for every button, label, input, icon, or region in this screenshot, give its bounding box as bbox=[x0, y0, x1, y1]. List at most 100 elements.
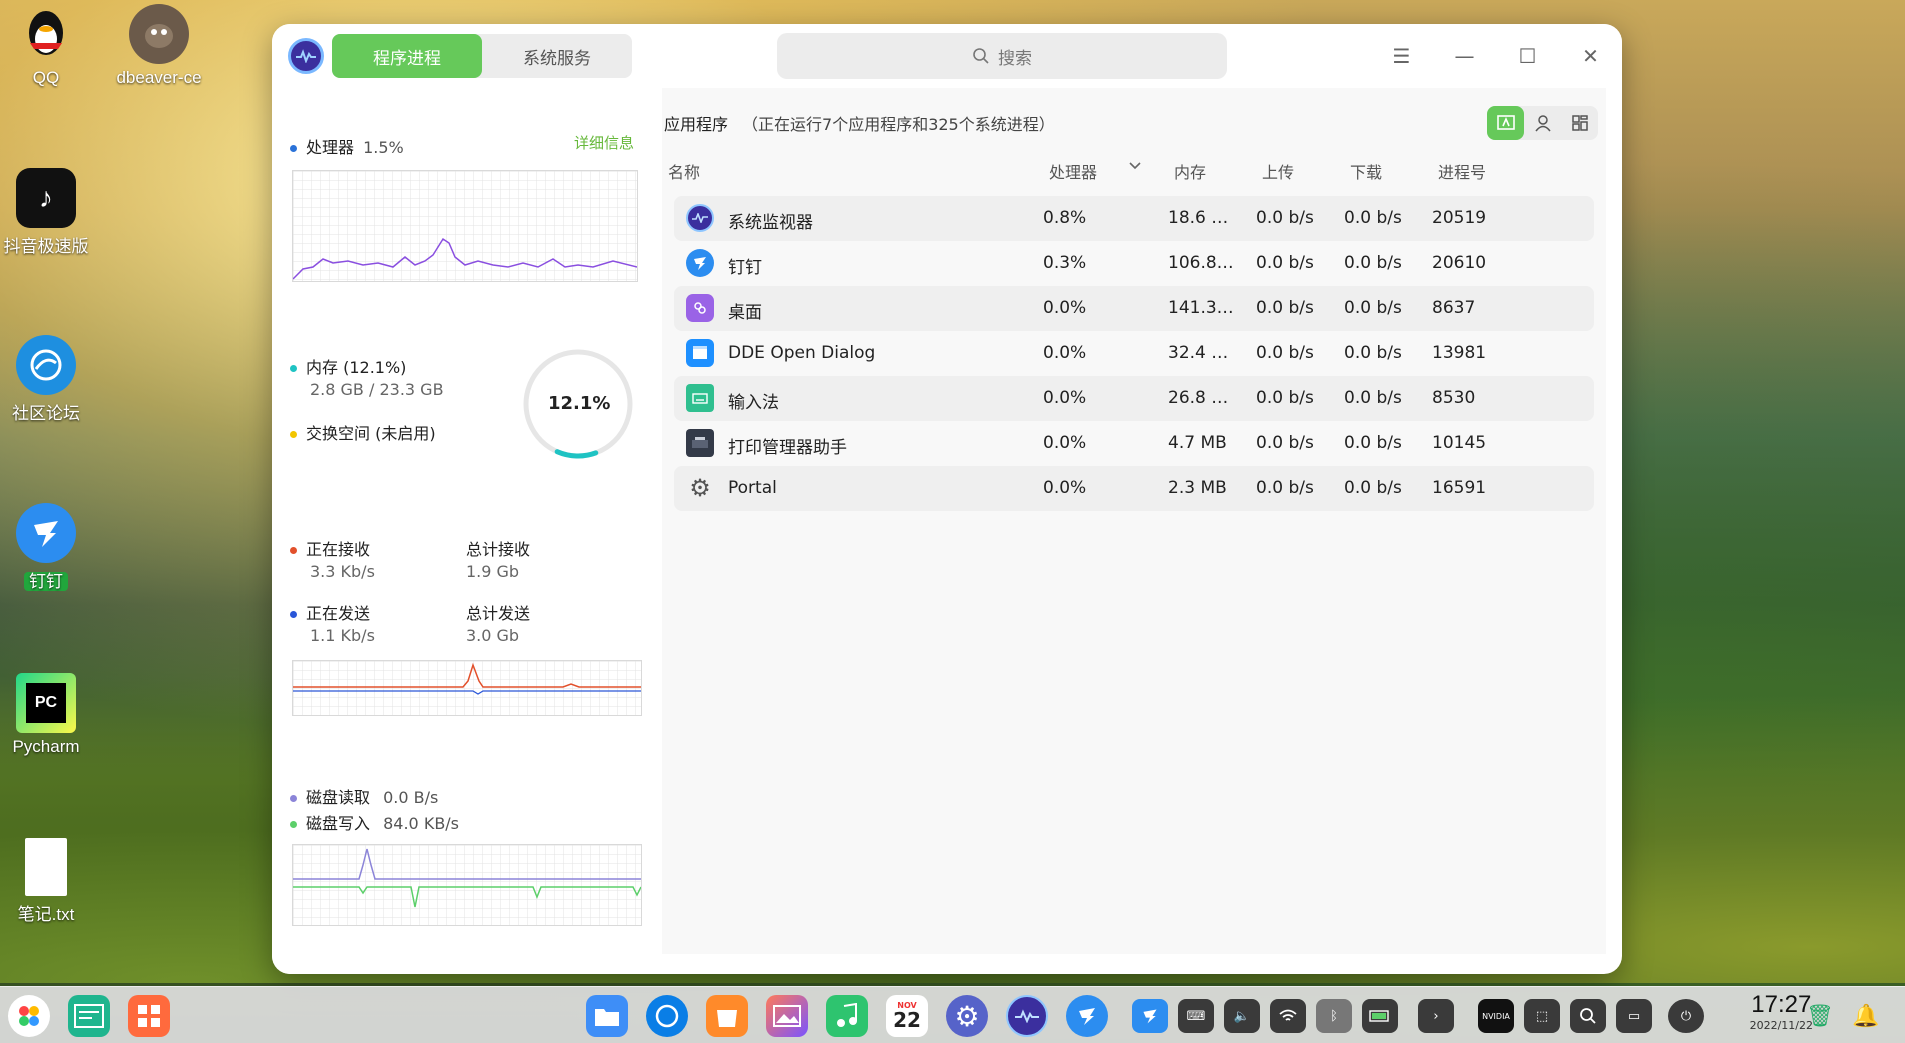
net-total-sent-label: 总计发送 bbox=[466, 604, 531, 623]
disk-read-legend-dot bbox=[290, 795, 297, 802]
settings-icon[interactable]: ⚙ bbox=[946, 995, 988, 1037]
table-row[interactable]: 打印管理器助手 0.0% 4.7 MB 0.0 b/s 0.0 b/s 1014… bbox=[674, 421, 1594, 466]
desktop-icon-forum[interactable]: 社区论坛 bbox=[0, 335, 92, 424]
music-icon[interactable] bbox=[826, 995, 868, 1037]
column-cpu[interactable]: 处理器 bbox=[1049, 159, 1097, 183]
window-controls: ☰ — ☐ ✕ bbox=[1370, 32, 1622, 80]
douyin-icon: ♪ bbox=[16, 168, 76, 228]
text-file-icon bbox=[25, 838, 67, 896]
minimize-icon[interactable]: — bbox=[1433, 32, 1496, 80]
printer-icon bbox=[686, 429, 714, 457]
deepin-forum-icon bbox=[16, 335, 76, 395]
search-input[interactable]: 搜索 bbox=[777, 33, 1227, 79]
user-filter-icon[interactable] bbox=[1524, 106, 1561, 140]
battery-icon[interactable] bbox=[1362, 999, 1398, 1033]
volume-icon[interactable]: 🔈 bbox=[1224, 999, 1260, 1033]
process-memory: 2.3 MB bbox=[1168, 478, 1227, 498]
desktop-icon-douyin[interactable]: ♪ 抖音极速版 bbox=[0, 168, 92, 257]
notification-bell-icon[interactable]: 🔔 bbox=[1848, 999, 1884, 1033]
multitask-view-icon[interactable] bbox=[68, 995, 110, 1037]
resource-panel: 处理器 1.5% 详细信息 内存 (12.1%) 2.8 GB / 23.3 G… bbox=[272, 88, 662, 974]
screenshot-icon[interactable]: ⬚ bbox=[1524, 999, 1560, 1033]
disk-read-value: 0.0 B/s bbox=[383, 788, 439, 807]
table-row[interactable]: 桌面 0.0% 141.3… 0.0 b/s 0.0 b/s 8637 bbox=[674, 286, 1594, 331]
column-name[interactable]: 名称 bbox=[668, 159, 700, 183]
close-icon[interactable]: ✕ bbox=[1559, 32, 1622, 80]
app-store-icon[interactable] bbox=[706, 995, 748, 1037]
browser-icon[interactable] bbox=[646, 995, 688, 1037]
bluetooth-icon[interactable]: ᛒ bbox=[1316, 999, 1352, 1033]
desktop-icon-pycharm[interactable]: PC Pycharm bbox=[0, 673, 92, 757]
keyboard-icon bbox=[686, 384, 714, 412]
desktop-icon-notes[interactable]: 笔记.txt bbox=[0, 838, 92, 925]
process-download: 0.0 b/s bbox=[1344, 433, 1402, 453]
nvidia-icon[interactable]: NVIDIA bbox=[1478, 999, 1514, 1033]
monitor-icon bbox=[686, 204, 714, 232]
table-row[interactable]: DDE Open Dialog 0.0% 32.4 … 0.0 b/s 0.0 … bbox=[674, 331, 1594, 376]
system-monitor-dock-icon[interactable] bbox=[1006, 995, 1048, 1037]
trash-icon[interactable]: 🗑 bbox=[1802, 999, 1838, 1033]
process-cpu: 0.0% bbox=[1043, 343, 1087, 363]
keyboard-tray-icon[interactable]: ⌨ bbox=[1178, 999, 1214, 1033]
app-filter-icon[interactable] bbox=[1487, 106, 1524, 140]
view-filter-buttons bbox=[1487, 106, 1598, 140]
process-cpu: 0.0% bbox=[1043, 433, 1087, 453]
image-viewer-icon[interactable] bbox=[766, 995, 808, 1037]
search-tray-icon[interactable] bbox=[1570, 999, 1606, 1033]
menu-icon[interactable]: ☰ bbox=[1370, 32, 1433, 80]
process-name: 钉钉 bbox=[728, 258, 762, 278]
cpu-detail-link[interactable]: 详细信息 bbox=[574, 132, 634, 153]
pycharm-icon: PC bbox=[16, 673, 76, 733]
tab-services[interactable]: 系统服务 bbox=[482, 34, 632, 78]
process-pid: 8530 bbox=[1432, 388, 1476, 408]
desktop-icon-label: 社区论坛 bbox=[12, 404, 80, 423]
launcher-icon[interactable] bbox=[8, 995, 50, 1037]
onscreen-keyboard-icon[interactable]: ▭ bbox=[1616, 999, 1652, 1033]
process-upload: 0.0 b/s bbox=[1256, 343, 1314, 363]
file-manager-icon[interactable] bbox=[586, 995, 628, 1037]
process-upload: 0.0 b/s bbox=[1256, 478, 1314, 498]
desktop-icon-label: 钉钉 bbox=[24, 572, 68, 591]
process-cpu: 0.8% bbox=[1043, 208, 1087, 228]
workspace-icon[interactable] bbox=[128, 995, 170, 1037]
system-monitor-window: 程序进程 系统服务 搜索 ☰ — ☐ ✕ 处理器 1.5% 详细信息 内存 (1… bbox=[272, 24, 1622, 974]
net-sending-value: 1.1 Kb/s bbox=[310, 626, 375, 645]
process-pid: 20610 bbox=[1432, 253, 1487, 273]
all-processes-icon[interactable] bbox=[1561, 106, 1598, 140]
table-row[interactable]: 钉钉 0.3% 106.8… 0.0 b/s 0.0 b/s 20610 bbox=[674, 241, 1594, 286]
tab-processes[interactable]: 程序进程 bbox=[332, 34, 482, 78]
qq-penguin-icon bbox=[16, 4, 76, 64]
net-sending-label: 正在发送 bbox=[290, 600, 370, 624]
column-download[interactable]: 下载 bbox=[1350, 159, 1382, 183]
dingtalk-icon bbox=[16, 503, 76, 563]
process-memory: 141.3… bbox=[1168, 298, 1234, 318]
column-pid[interactable]: 进程号 bbox=[1438, 159, 1486, 183]
table-row[interactable]: 输入法 0.0% 26.8 … 0.0 b/s 0.0 b/s 8530 bbox=[674, 376, 1594, 421]
process-upload: 0.0 b/s bbox=[1256, 433, 1314, 453]
gear-icon: ⚙ bbox=[689, 474, 711, 502]
table-row[interactable]: ⚙ Portal 0.0% 2.3 MB 0.0 b/s 0.0 b/s 165… bbox=[674, 466, 1594, 511]
process-memory: 18.6 … bbox=[1168, 208, 1229, 228]
wifi-icon[interactable] bbox=[1270, 999, 1306, 1033]
process-upload: 0.0 b/s bbox=[1256, 388, 1314, 408]
column-memory[interactable]: 内存 bbox=[1174, 159, 1206, 183]
memory-usage: 2.8 GB / 23.3 GB bbox=[310, 380, 444, 399]
calendar-icon[interactable]: NOV 22 bbox=[886, 995, 928, 1037]
sort-chevron-down-icon[interactable] bbox=[1128, 158, 1142, 177]
calendar-day: 22 bbox=[893, 1008, 921, 1032]
desktop-icon-qq[interactable]: QQ bbox=[0, 4, 92, 88]
process-name: 输入法 bbox=[728, 393, 779, 413]
process-name: DDE Open Dialog bbox=[728, 343, 876, 363]
table-row[interactable]: 系统监视器 0.8% 18.6 … 0.0 b/s 0.0 b/s 20519 bbox=[674, 196, 1594, 241]
desktop-icon-dingtalk[interactable]: 钉钉 bbox=[0, 503, 92, 592]
net-total-recv-label: 总计接收 bbox=[466, 540, 531, 559]
net-total-sent-value: 3.0 Gb bbox=[466, 626, 520, 645]
tray-dingtalk-icon[interactable] bbox=[1132, 999, 1168, 1033]
disk-read-label: 磁盘读取 0.0 B/s bbox=[290, 784, 438, 808]
power-icon[interactable]: ⏻ bbox=[1668, 999, 1704, 1033]
dingtalk-dock-icon[interactable] bbox=[1066, 995, 1108, 1037]
desktop-icon-dbeaver[interactable]: dbeaver-ce bbox=[113, 4, 205, 88]
maximize-icon[interactable]: ☐ bbox=[1496, 32, 1559, 80]
column-upload[interactable]: 上传 bbox=[1262, 159, 1294, 183]
tray-expand-chevron-icon[interactable]: › bbox=[1418, 999, 1454, 1033]
